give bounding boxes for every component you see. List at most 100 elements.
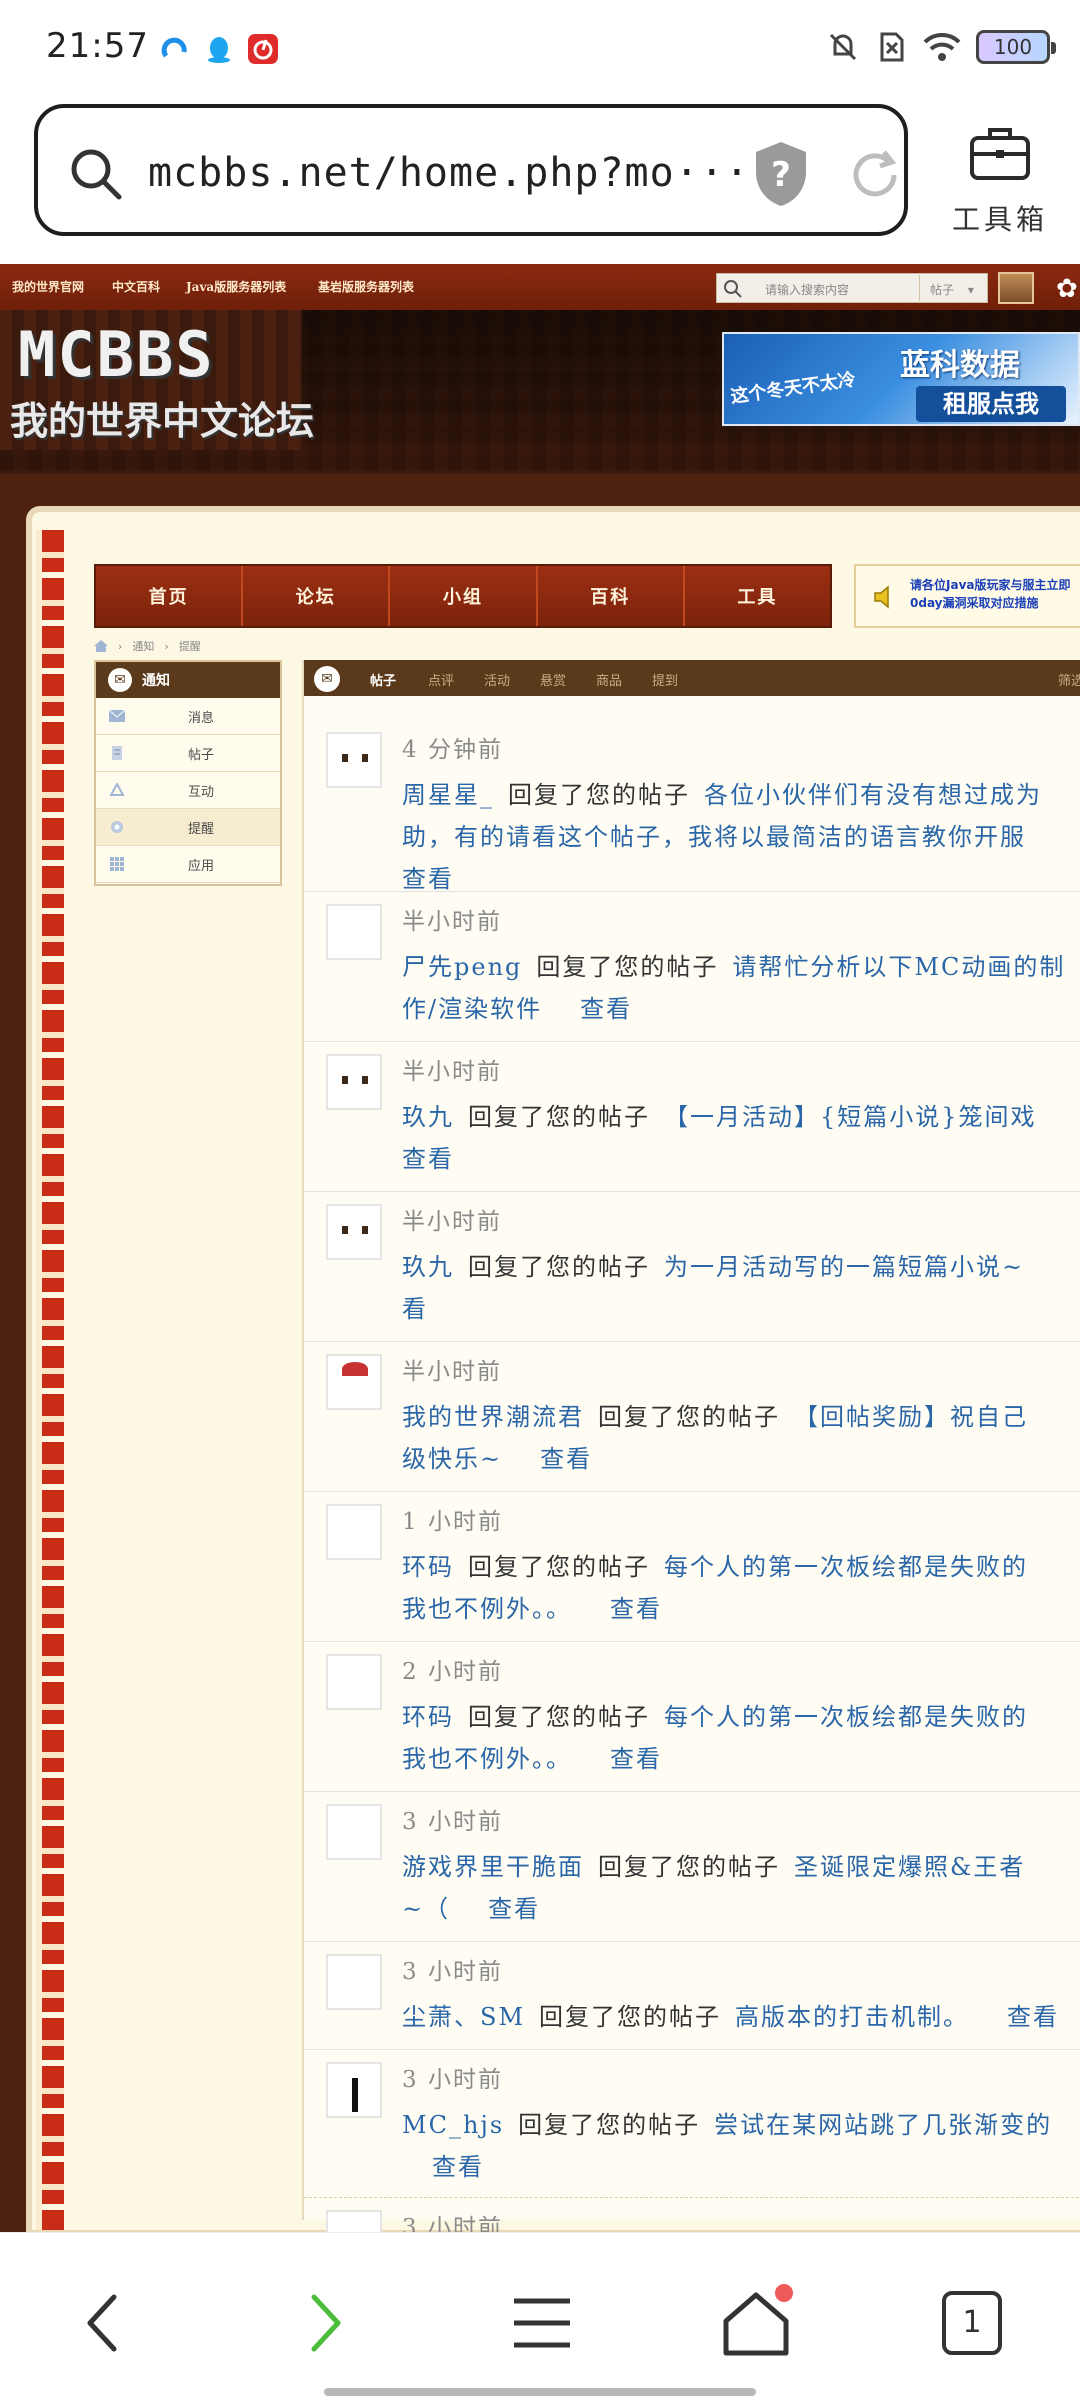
item-title[interactable]: 高版本的打击机制。 xyxy=(735,2003,969,2031)
tab-rewards[interactable]: 悬赏 xyxy=(540,670,566,689)
tab-events[interactable]: 活动 xyxy=(484,670,510,689)
item-view-link[interactable]: 查看 xyxy=(610,1745,662,1773)
forward-icon[interactable] xyxy=(284,2283,364,2363)
item-title[interactable]: 【回帖奖励】祝自己 xyxy=(794,1403,1028,1431)
breadcrumb-remind[interactable]: 提醒 xyxy=(179,638,201,654)
steve-avatar[interactable] xyxy=(326,732,382,788)
elf-avatar[interactable] xyxy=(326,1504,382,1560)
item-user[interactable]: 玖九 xyxy=(402,1253,454,1281)
steve-avatar[interactable] xyxy=(326,1204,382,1260)
item-view-link[interactable]: 查看 xyxy=(432,2153,484,2181)
sidebar-item-interactions[interactable]: 互动 xyxy=(96,772,280,809)
sidebar-item-apps[interactable]: 应用 xyxy=(96,846,280,883)
girl-avatar[interactable] xyxy=(326,1954,382,2010)
item-view-link[interactable]: 查看 xyxy=(488,1895,540,1923)
top-link-official[interactable]: 我的世界官网 xyxy=(12,278,84,295)
item-view-link[interactable]: 查看 xyxy=(402,1145,454,1173)
top-link-wiki[interactable]: 中文百科 xyxy=(112,278,160,295)
list-item[interactable]: 半小时前 尸先peng 回复了您的帖子 请帮忙分析以下MC动画的制 作/渲染软件 查看 xyxy=(304,892,1080,1042)
sidebar-item-posts[interactable]: 帖子 xyxy=(96,735,280,772)
nav-home[interactable]: 首页 xyxy=(96,566,244,626)
item-view-link[interactable]: 查看 xyxy=(540,1445,592,1473)
list-item[interactable]: 3 小时前 MC_hjs 回复了您的帖子 尝试在某网站跳了几张渐变的 查看 xyxy=(304,2050,1080,2198)
item-view-link[interactable]: 查看 xyxy=(610,1595,662,1623)
list-item[interactable]: 3 小时前 尘萧、SM 回复了您的帖子 高版本的打击机制。 查看 xyxy=(304,1942,1080,2050)
sidebar-item-messages[interactable]: 消息 xyxy=(96,698,280,735)
list-item[interactable]: 3 小时前 xyxy=(304,2198,1080,2234)
item-user[interactable]: 环码 xyxy=(402,1553,454,1581)
tab-goods[interactable]: 商品 xyxy=(596,670,622,689)
list-item[interactable]: 半小时前 玖九 回复了您的帖子 【一月活动】{短篇小说}笼间戏 查看 xyxy=(304,1042,1080,1192)
breadcrumb-notice[interactable]: 通知 xyxy=(132,638,154,654)
white-hair-avatar[interactable] xyxy=(326,1354,382,1410)
site-logo[interactable]: MCBBS 我的世界中文论坛 xyxy=(0,310,314,450)
item-user[interactable]: 尘萧、SM xyxy=(402,2003,525,2031)
menu-icon[interactable] xyxy=(502,2283,582,2363)
tree-avatar[interactable] xyxy=(326,2062,382,2118)
advertisement-banner[interactable]: 这个冬天不太冷 蓝科数据 租服点我 xyxy=(722,332,1080,426)
user-avatar[interactable] xyxy=(998,272,1034,304)
home-icon[interactable] xyxy=(94,640,108,652)
url-text[interactable]: mcbbs.net/home.php?mo··· xyxy=(148,150,750,196)
tab-mentions[interactable]: 提到 xyxy=(652,670,678,689)
tab-posts[interactable]: 帖子 xyxy=(370,670,396,689)
back-icon[interactable] xyxy=(66,2283,146,2363)
item-view-link[interactable]: 查看 xyxy=(402,865,454,893)
item-title-cont[interactable]: 我也不例外。。 xyxy=(402,1595,572,1623)
item-view-link[interactable]: 查看 xyxy=(580,995,632,1023)
item-title[interactable]: 【一月活动】{短篇小说}笼间戏 xyxy=(664,1103,1037,1131)
security-shield-icon[interactable]: ? xyxy=(750,138,812,210)
item-title[interactable]: 请帮忙分析以下MC动画的制 xyxy=(732,953,1065,981)
item-title-cont[interactable]: 级快乐~ xyxy=(402,1445,502,1473)
item-title-cont[interactable]: 作/渲染软件 xyxy=(402,995,542,1023)
top-link-java-servers[interactable]: Java版服务器列表 xyxy=(186,278,286,295)
nav-groups[interactable]: 小组 xyxy=(390,566,538,626)
site-search-box[interactable]: 请输入搜索内容 帖子 ▾ xyxy=(716,273,988,303)
nav-wiki[interactable]: 百科 xyxy=(538,566,685,626)
item-user[interactable]: 尸先peng xyxy=(402,953,522,981)
list-item[interactable]: 1 小时前 环码 回复了您的帖子 每个人的第一次板绘都是失败的 我也不例外。。 查看 xyxy=(304,1492,1080,1642)
site-search-icon[interactable] xyxy=(723,279,743,299)
item-title[interactable]: 尝试在某网站跳了几张渐变的 xyxy=(714,2111,1052,2139)
top-link-bedrock-servers[interactable]: 基岩版服务器列表 xyxy=(318,278,414,295)
item-title-cont[interactable]: ~（ xyxy=(402,1895,450,1923)
item-title[interactable]: 每个人的第一次板绘都是失败的 xyxy=(664,1553,1028,1581)
item-title[interactable]: 每个人的第一次板绘都是失败的 xyxy=(664,1703,1028,1731)
gesture-home-bar[interactable] xyxy=(324,2388,756,2396)
announcement[interactable]: 请各位Java版玩家与服主立即 0day漏洞采取对应措施 xyxy=(854,564,1080,628)
item-user[interactable]: 环码 xyxy=(402,1703,454,1731)
reload-icon[interactable] xyxy=(844,144,906,206)
item-title[interactable]: 各位小伙伴们有没有想过成为 xyxy=(704,781,1042,809)
tabs-icon[interactable]: 1 xyxy=(932,2283,1012,2363)
address-bar[interactable]: mcbbs.net/home.php?mo··· ? xyxy=(34,104,908,236)
item-user[interactable]: MC_hjs xyxy=(402,2111,504,2139)
sidebar-item-reminders[interactable]: 提醒 xyxy=(96,809,280,846)
cat-avatar[interactable] xyxy=(326,1804,382,1860)
list-item[interactable]: 4 分钟前 周星星_ 回复了您的帖子 各位小伙伴们有没有想过成为 助，有的请看这个帖… xyxy=(304,720,1080,893)
item-user[interactable]: 玖九 xyxy=(402,1103,454,1131)
site-search-scope[interactable]: 帖子 ▾ xyxy=(919,275,987,301)
item-title-cont[interactable]: 我也不例外。。 xyxy=(402,1745,572,1773)
nav-forum[interactable]: 论坛 xyxy=(243,566,391,626)
tab-comments[interactable]: 点评 xyxy=(428,670,454,689)
item-user[interactable]: 周星星_ xyxy=(402,781,494,809)
list-item[interactable]: 2 小时前 环码 回复了您的帖子 每个人的第一次板绘都是失败的 我也不例外。。 查看 xyxy=(304,1642,1080,1792)
site-search-placeholder[interactable]: 请输入搜索内容 xyxy=(765,281,849,298)
toolbox-button[interactable]: 工具箱 xyxy=(940,106,1060,236)
list-item[interactable]: 3 小时前 游戏界里干脆面 回复了您的帖子 圣诞限定爆照&王者 ~（ 查看 xyxy=(304,1792,1080,1942)
elf-avatar[interactable] xyxy=(326,1654,382,1710)
steve-avatar[interactable] xyxy=(326,2210,382,2234)
item-title[interactable]: 为一月活动写的一篇短篇小说~ xyxy=(664,1253,1024,1281)
home-icon[interactable] xyxy=(716,2283,796,2363)
item-user[interactable]: 我的世界潮流君 xyxy=(402,1403,584,1431)
item-view-link[interactable]: 看 xyxy=(402,1295,428,1323)
anime-avatar[interactable] xyxy=(326,904,382,960)
item-view-link[interactable]: 查看 xyxy=(1007,2003,1059,2031)
list-item[interactable]: 半小时前 玖九 回复了您的帖子 为一月活动写的一篇短篇小说~ 看 xyxy=(304,1192,1080,1342)
list-item[interactable]: 半小时前 我的世界潮流君 回复了您的帖子 【回帖奖励】祝自己 级快乐~ 查看 xyxy=(304,1342,1080,1492)
tab-filter[interactable]: 筛选 xyxy=(1058,670,1080,689)
item-title[interactable]: 圣诞限定爆照&王者 xyxy=(794,1853,1025,1881)
item-title-cont[interactable]: 助，有的请看这个帖子，我将以最简洁的语言教你开服 xyxy=(402,823,1026,851)
item-user[interactable]: 游戏界里干脆面 xyxy=(402,1853,584,1881)
steve-avatar[interactable] xyxy=(326,1054,382,1110)
